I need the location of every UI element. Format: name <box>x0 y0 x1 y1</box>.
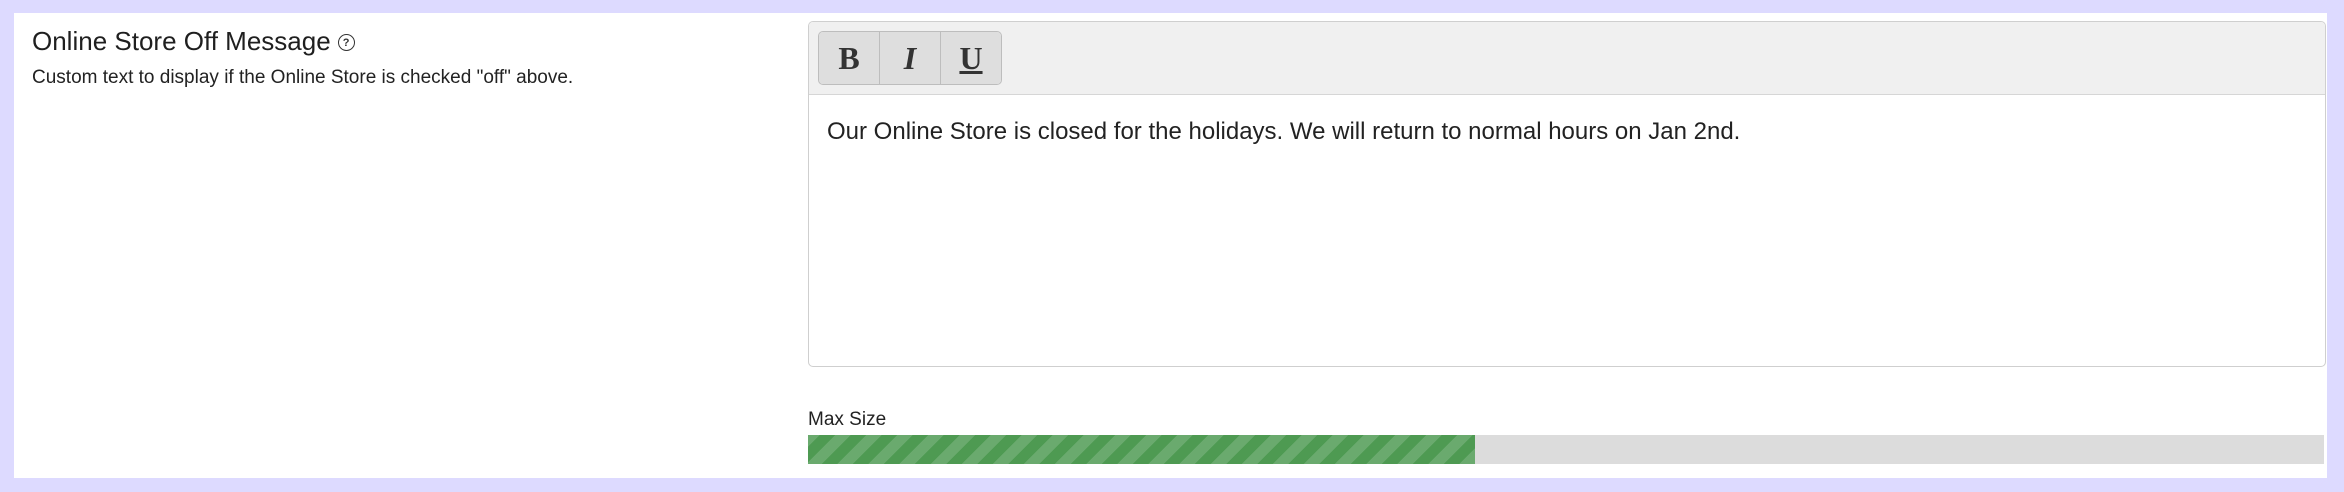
setting-info: Online Store Off Message ? Custom text t… <box>32 25 772 89</box>
rich-text-editor: B I U Our Online Store is closed for the… <box>808 21 2326 367</box>
max-size-progress-bar <box>808 435 2324 464</box>
italic-button[interactable]: I <box>880 32 941 84</box>
editor-toolbar: B I U <box>809 22 2325 95</box>
editor-content-area[interactable]: Our Online Store is closed for the holid… <box>809 95 2325 169</box>
max-size-label: Max Size <box>808 409 887 430</box>
help-icon[interactable]: ? <box>337 34 355 51</box>
setting-description: Custom text to display if the Online Sto… <box>32 67 574 88</box>
bold-button[interactable]: B <box>819 32 880 84</box>
underline-button[interactable]: U <box>941 32 1001 84</box>
max-size-progress-fill <box>808 435 1476 464</box>
setting-title-text: Online Store Off Message <box>32 26 331 56</box>
settings-panel: Online Store Off Message ? Custom text t… <box>14 13 2327 478</box>
format-button-group: B I U <box>818 31 1002 85</box>
setting-title: Online Store Off Message ? <box>32 25 772 57</box>
